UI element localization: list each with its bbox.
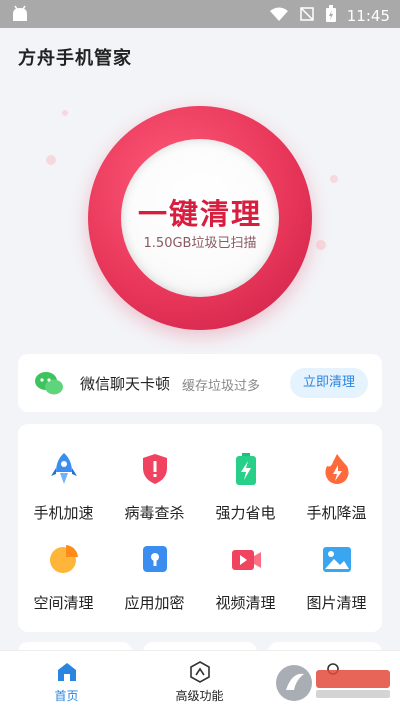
tools-grid: 手机加速 病毒查杀 强力省电 手机降温 空间清理 应用加密 视频清理 图片清理 [18, 424, 382, 632]
wechat-clean-card[interactable]: 微信聊天卡顿 缓存垃圾过多 立即清理 [18, 354, 382, 412]
decor-dot [62, 110, 68, 116]
decor-dot [46, 155, 56, 165]
video-icon [230, 542, 262, 576]
tool-label: 图片清理 [306, 594, 367, 612]
decor-dot [316, 240, 326, 250]
status-bar: 11:45 [0, 0, 400, 28]
wifi-icon [269, 6, 289, 26]
flame-icon [321, 452, 353, 486]
clock: 11:45 [346, 7, 390, 25]
tool-phone-boost[interactable]: 手机加速 [18, 452, 109, 542]
android-icon [10, 5, 30, 27]
tool-label: 应用加密 [124, 594, 185, 612]
tab-home[interactable]: 首页 [0, 651, 133, 711]
tab-label: 首页 [54, 689, 79, 703]
tool-power-saving[interactable]: 强力省电 [200, 452, 291, 542]
wechat-icon [34, 371, 63, 395]
tool-phone-cooling[interactable]: 手机降温 [291, 452, 382, 542]
tool-label: 强力省电 [215, 504, 276, 522]
tab-advanced[interactable]: 高级功能 [133, 651, 266, 711]
tool-app-lock[interactable]: 应用加密 [109, 542, 200, 632]
wechat-card-desc: 缓存垃圾过多 [182, 379, 261, 394]
tool-label: 手机降温 [306, 504, 367, 522]
hexagon-icon [189, 661, 211, 683]
pie-chart-icon [48, 542, 80, 576]
tab-label: 高级功能 [175, 689, 224, 703]
tool-space-clean[interactable]: 空间清理 [18, 542, 109, 632]
shield-icon [139, 452, 171, 486]
tool-label: 视频清理 [215, 594, 276, 612]
one-click-clean-button[interactable]: 一键清理 1.50GB垃圾已扫描 [88, 106, 312, 330]
watermark-logo [274, 660, 394, 706]
clean-now-button[interactable]: 立即清理 [290, 368, 368, 398]
clean-title: 一键清理 [137, 197, 262, 231]
home-icon [56, 661, 78, 683]
rocket-icon [48, 452, 80, 486]
lock-icon [139, 542, 171, 576]
tool-image-clean[interactable]: 图片清理 [291, 542, 382, 632]
battery-status-icon [325, 5, 337, 27]
app-title: 方舟手机管家 [18, 48, 132, 69]
clean-subtitle: 1.50GB垃圾已扫描 [143, 236, 257, 251]
tool-video-clean[interactable]: 视频清理 [200, 542, 291, 632]
wechat-card-title: 微信聊天卡顿 [80, 375, 171, 393]
battery-icon [230, 452, 262, 486]
decor-dot [330, 175, 338, 183]
tool-label: 病毒查杀 [124, 504, 185, 522]
image-icon [321, 542, 353, 576]
tool-label: 手机加速 [33, 504, 94, 522]
tool-virus-scan[interactable]: 病毒查杀 [109, 452, 200, 542]
tool-label: 空间清理 [33, 594, 94, 612]
no-signal-icon [299, 6, 315, 26]
